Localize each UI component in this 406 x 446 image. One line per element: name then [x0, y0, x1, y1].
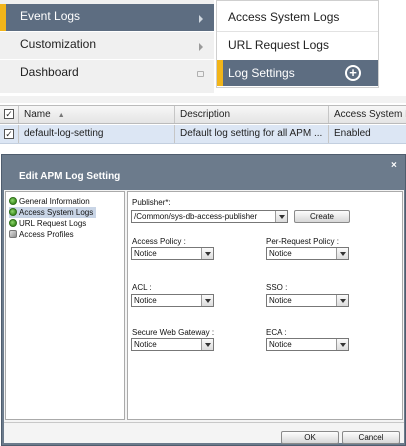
nav-item-event-logs[interactable]: Event Logs	[0, 4, 214, 31]
sub-item-label: Access System Logs	[228, 10, 340, 24]
gear-icon	[9, 208, 17, 216]
select-value: Notice	[269, 340, 292, 349]
select-value: Notice	[134, 340, 157, 349]
gear-icon	[9, 219, 17, 227]
main-nav-menu: Event Logs Customization Dashboard	[0, 0, 214, 93]
tree-item-label: URL Request Logs	[19, 219, 87, 228]
column-header-access-system[interactable]: Access System L	[329, 106, 406, 123]
sub-item-log-settings[interactable]: Log Settings +	[217, 60, 378, 86]
dialog-title: Edit APM Log Setting	[19, 171, 121, 182]
select-value: Notice	[269, 296, 292, 305]
chevron-down-icon	[201, 248, 213, 259]
nav-item-label: Customization	[20, 37, 97, 51]
secure-web-gateway-select[interactable]: Notice	[131, 338, 214, 351]
row-select-cell: ✓	[0, 125, 19, 143]
external-window-icon	[197, 71, 204, 77]
row-description: Default log setting for all APM ...	[175, 125, 329, 143]
close-icon[interactable]: ×	[391, 160, 397, 171]
edit-log-setting-dialog: Edit APM Log Setting × General Informati…	[1, 154, 406, 446]
column-label: Name	[24, 109, 51, 120]
sso-select[interactable]: Notice	[266, 294, 349, 307]
column-header-description[interactable]: Description	[175, 106, 329, 123]
dialog-body: General Information Access System Logs U…	[4, 190, 404, 444]
publisher-select[interactable]: /Common/sys-db-access-publisher	[131, 210, 288, 223]
tree-item-general-information[interactable]: General Information	[9, 196, 93, 207]
tree-item-label: Access Profiles	[19, 230, 74, 239]
nav-item-label: Dashboard	[20, 65, 79, 79]
sso-label: SSO :	[266, 283, 288, 292]
access-policy-label: Access Policy :	[132, 237, 186, 246]
sub-nav-menu: Access System Logs URL Request Logs Log …	[216, 0, 379, 88]
row-name[interactable]: default-log-setting	[19, 125, 175, 143]
tree-item-label: Access System Logs	[19, 208, 94, 217]
per-request-policy-select[interactable]: Notice	[266, 247, 349, 260]
chevron-down-icon	[201, 295, 213, 306]
eca-label: ECA :	[266, 328, 287, 337]
settings-tree: General Information Access System Logs U…	[5, 191, 125, 420]
nav-item-dashboard[interactable]: Dashboard	[0, 60, 214, 87]
tree-item-access-system-logs[interactable]: Access System Logs	[9, 207, 97, 218]
cancel-button[interactable]: Cancel	[342, 431, 400, 444]
table-header: ✓ Name ▲ Description Access System L	[0, 106, 406, 124]
publisher-label: Publisher*:	[132, 198, 171, 207]
key-icon	[9, 230, 17, 238]
tree-item-access-profiles[interactable]: Access Profiles	[9, 229, 77, 240]
nav-item-label: Event Logs	[20, 9, 81, 23]
row-checkbox[interactable]: ✓	[4, 129, 14, 139]
tree-item-url-request-logs[interactable]: URL Request Logs	[9, 218, 89, 229]
divider	[4, 422, 404, 423]
select-all-checkbox[interactable]: ✓	[4, 109, 14, 119]
log-settings-table: ✓ Name ▲ Description Access System L ✓ de…	[0, 105, 406, 145]
sub-item-access-system-logs[interactable]: Access System Logs	[217, 4, 378, 30]
acl-select[interactable]: Notice	[131, 294, 214, 307]
acl-label: ACL :	[132, 283, 152, 292]
tree-item-label: General Information	[19, 197, 90, 206]
chevron-right-icon	[199, 43, 203, 51]
chevron-down-icon	[201, 339, 213, 350]
eca-select[interactable]: Notice	[266, 338, 349, 351]
nav-item-customization[interactable]: Customization	[0, 32, 214, 59]
sub-item-label: Log Settings	[228, 66, 295, 80]
column-header-name[interactable]: Name ▲	[19, 106, 175, 123]
access-policy-select[interactable]: Notice	[131, 247, 214, 260]
select-value: Notice	[134, 296, 157, 305]
log-level-panel: Publisher*: /Common/sys-db-access-publis…	[127, 191, 403, 420]
active-accent-bar	[217, 60, 223, 86]
secure-web-gateway-label: Secure Web Gateway :	[132, 328, 215, 337]
per-request-policy-label: Per-Request Policy :	[266, 237, 339, 246]
chevron-down-icon	[275, 211, 287, 222]
table-row[interactable]: ✓ default-log-setting Default log settin…	[0, 125, 406, 144]
sort-ascending-icon: ▲	[57, 112, 65, 119]
active-accent-bar	[0, 4, 6, 31]
select-value: Notice	[269, 249, 292, 258]
divider	[0, 96, 406, 103]
chevron-right-icon	[199, 15, 203, 23]
chevron-down-icon	[336, 295, 348, 306]
sub-item-url-request-logs[interactable]: URL Request Logs	[217, 32, 378, 58]
chevron-down-icon	[336, 339, 348, 350]
select-value: Notice	[134, 249, 157, 258]
chevron-down-icon	[336, 248, 348, 259]
sub-item-label: URL Request Logs	[228, 38, 329, 52]
create-button[interactable]: Create	[294, 210, 350, 223]
ok-button[interactable]: OK	[281, 431, 339, 444]
publisher-value: /Common/sys-db-access-publisher	[134, 212, 258, 221]
gear-icon	[9, 197, 17, 205]
row-access-system: Enabled	[334, 128, 371, 139]
add-circle-icon[interactable]: +	[345, 65, 361, 81]
select-all-cell: ✓	[0, 106, 19, 123]
